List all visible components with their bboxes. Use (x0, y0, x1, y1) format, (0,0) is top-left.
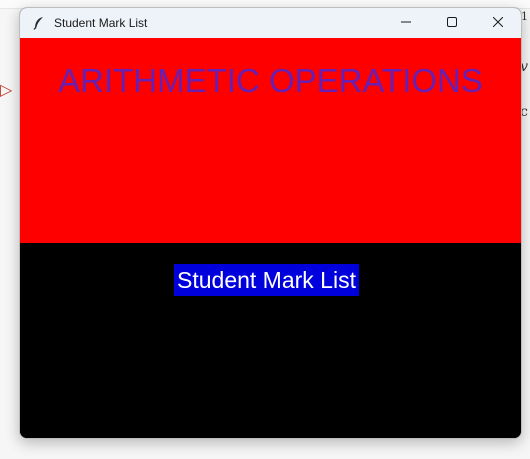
student-mark-list-label: Student Mark List (174, 264, 359, 296)
feather-icon (26, 8, 52, 38)
close-button[interactable] (475, 8, 521, 38)
minimize-button[interactable] (383, 8, 429, 38)
maximize-icon (447, 14, 457, 32)
page-heading: ARITHMETIC OPERATIONS (58, 62, 483, 99)
background-fragment: 1 (521, 10, 528, 23)
window-controls (383, 8, 521, 38)
close-icon (492, 14, 504, 32)
background-arrow-icon: ▷ (0, 80, 13, 99)
window-title: Student Mark List (54, 16, 148, 30)
heading-frame: ARITHMETIC OPERATIONS (20, 38, 521, 243)
title-bar[interactable]: Student Mark List (20, 8, 521, 38)
desktop: ▷ 1 v c Student Mark List ARITHMETIC OPE… (0, 0, 530, 459)
maximize-button[interactable] (429, 8, 475, 38)
minimize-icon (401, 14, 411, 32)
label-frame: Student Mark List (20, 243, 521, 438)
app-window: Student Mark List ARITHMETIC OPERATIONS … (19, 7, 522, 439)
